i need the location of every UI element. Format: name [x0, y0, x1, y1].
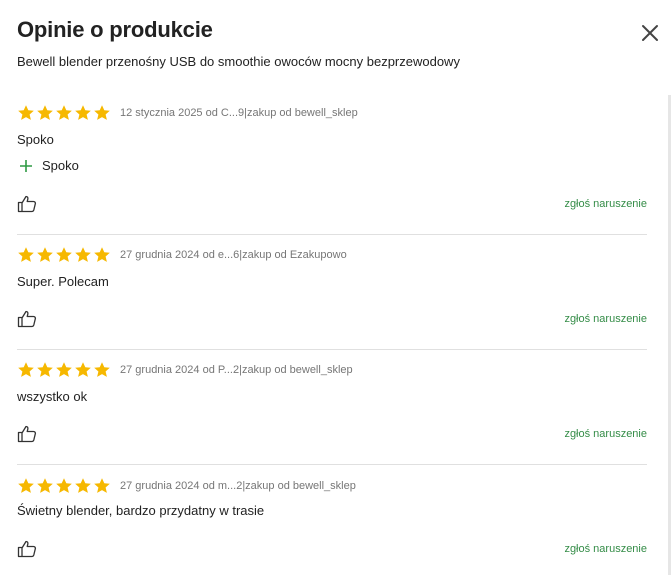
- star-icon: [75, 362, 91, 377]
- purchase-source: zakup od bewell_sklep: [241, 364, 353, 376]
- reviews-modal: Opinie o produkcie Bewell blender przeno…: [0, 0, 671, 575]
- report-link[interactable]: zgłoś naruszenie: [564, 313, 647, 325]
- star-icon: [37, 105, 53, 120]
- close-icon[interactable]: [639, 22, 661, 44]
- review-date-author: 12 stycznia 2025 od C...9: [120, 107, 245, 119]
- star-icon: [56, 478, 72, 493]
- divider: [17, 349, 647, 350]
- report-link[interactable]: zgłoś naruszenie: [564, 543, 647, 555]
- star-icon: [56, 362, 72, 377]
- star-icon: [18, 105, 34, 120]
- review-text: Super. Polecam: [17, 274, 109, 289]
- review-meta: 27 grudnia 2024 od P...2 | zakup od bewe…: [17, 361, 647, 379]
- divider: [17, 464, 647, 465]
- review-date-author: 27 grudnia 2024 od e...6: [120, 249, 240, 261]
- rating-stars: [17, 246, 111, 264]
- review-text: Świetny blender, bardzo przydatny w tras…: [17, 503, 265, 518]
- review-item: 27 grudnia 2024 od m...2 | zakup od bewe…: [17, 477, 647, 567]
- divider: [17, 234, 647, 235]
- star-icon: [18, 247, 34, 262]
- purchase-source: zakup od bewell_sklep: [247, 107, 358, 119]
- star-icon: [75, 478, 91, 493]
- star-icon: [56, 105, 72, 120]
- review-item: 27 grudnia 2024 od P...2 | zakup od bewe…: [17, 361, 647, 451]
- thumbs-up-icon[interactable]: [17, 310, 37, 328]
- rating-stars: [17, 104, 111, 122]
- star-icon: [37, 478, 53, 493]
- review-meta: 27 grudnia 2024 od m...2 | zakup od bewe…: [17, 477, 647, 495]
- review-item: 27 grudnia 2024 od e...6 | zakup od Ezak…: [17, 246, 647, 336]
- purchase-source: zakup od Ezakupowo: [242, 249, 347, 261]
- modal-title: Opinie o produkcie: [17, 17, 213, 42]
- product-name: Bewell blender przenośny USB do smoothie…: [17, 54, 460, 69]
- star-icon: [94, 362, 110, 377]
- review-text: wszystko ok: [17, 389, 88, 404]
- report-link[interactable]: zgłoś naruszenie: [564, 428, 647, 440]
- rating-stars: [17, 477, 111, 495]
- star-icon: [18, 478, 34, 493]
- pro-text: Spoko: [42, 158, 79, 173]
- review-item: 12 stycznia 2025 od C...9 | zakup od bew…: [17, 104, 647, 219]
- thumbs-up-icon[interactable]: [17, 195, 37, 213]
- review-text: Spoko: [17, 132, 54, 147]
- star-icon: [94, 478, 110, 493]
- star-icon: [94, 105, 110, 120]
- rating-stars: [17, 361, 111, 379]
- review-pro: Spoko: [17, 158, 79, 173]
- star-icon: [75, 105, 91, 120]
- star-icon: [37, 362, 53, 377]
- thumbs-up-icon[interactable]: [17, 425, 37, 443]
- review-date-author: 27 grudnia 2024 od P...2: [120, 364, 240, 376]
- plus-icon: [20, 159, 32, 172]
- report-link[interactable]: zgłoś naruszenie: [564, 198, 647, 210]
- star-icon: [94, 247, 110, 262]
- review-meta: 12 stycznia 2025 od C...9 | zakup od bew…: [17, 104, 647, 122]
- star-icon: [18, 362, 34, 377]
- star-icon: [56, 247, 72, 262]
- thumbs-up-icon[interactable]: [17, 540, 37, 558]
- star-icon: [37, 247, 53, 262]
- review-meta: 27 grudnia 2024 od e...6 | zakup od Ezak…: [17, 246, 647, 264]
- star-icon: [75, 247, 91, 262]
- purchase-source: zakup od bewell_sklep: [245, 480, 356, 492]
- review-date-author: 27 grudnia 2024 od m...2: [120, 480, 243, 492]
